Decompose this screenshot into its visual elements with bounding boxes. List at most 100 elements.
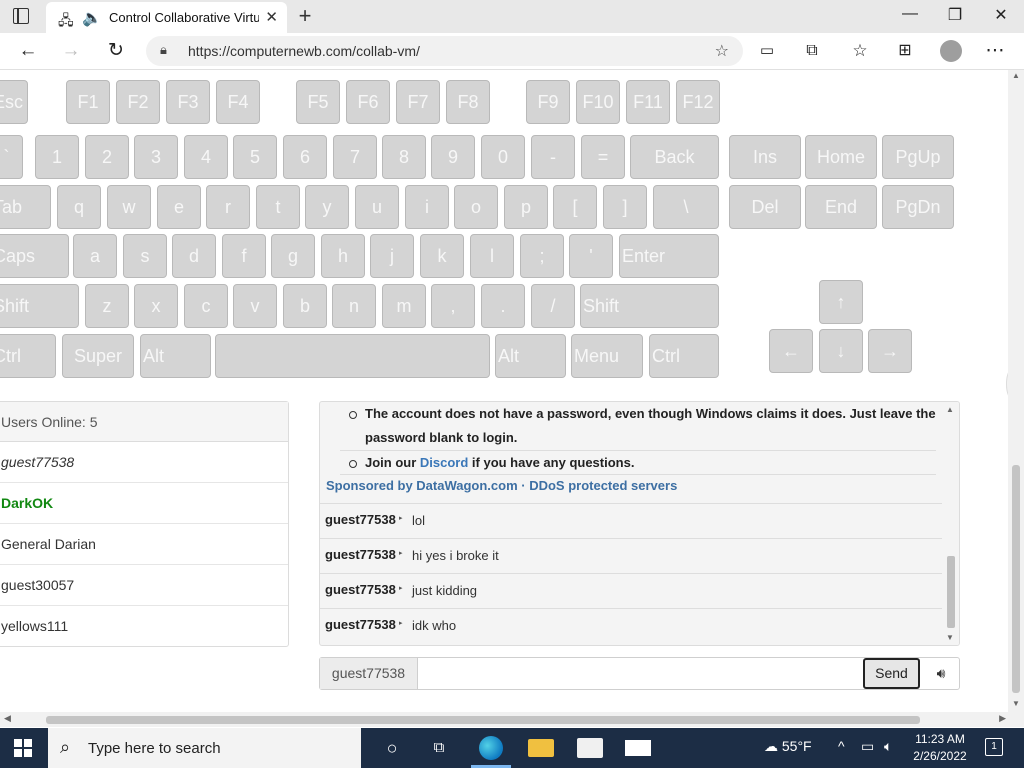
key-char[interactable]: w	[107, 185, 151, 229]
more-icon[interactable]: ⋯	[982, 39, 1008, 63]
key-char[interactable]: \	[653, 185, 719, 229]
key-arrow-left[interactable]: ←	[769, 329, 813, 373]
scroll-left-icon[interactable]: ◀	[4, 713, 11, 724]
key-tab[interactable]: Tab	[0, 185, 51, 229]
key-arrow-right[interactable]: →	[868, 329, 912, 373]
extensions-icon[interactable]: ⧉	[799, 39, 825, 63]
key-char[interactable]: 2	[85, 135, 129, 179]
key-f3[interactable]: F3	[166, 80, 210, 124]
key-caps[interactable]: Caps	[0, 234, 69, 278]
key-ctrl[interactable]: Ctrl	[649, 334, 719, 378]
mail-icon[interactable]	[625, 740, 651, 756]
forward-icon[interactable]: →	[58, 39, 84, 63]
key-shift[interactable]: Shift	[580, 284, 719, 328]
key-char[interactable]: o	[454, 185, 498, 229]
key-char[interactable]: c	[184, 284, 228, 328]
file-explorer-icon[interactable]	[528, 739, 554, 757]
key-char[interactable]: q	[57, 185, 101, 229]
key-char[interactable]: g	[271, 234, 315, 278]
chat-username[interactable]: guest77538	[325, 547, 396, 562]
key-char[interactable]: l	[470, 234, 514, 278]
key-f1[interactable]: F1	[66, 80, 110, 124]
key-char[interactable]: ]	[603, 185, 647, 229]
windows-start-icon[interactable]	[14, 739, 32, 757]
key-char[interactable]: b	[283, 284, 327, 328]
store-icon[interactable]	[577, 738, 603, 758]
key-char[interactable]: x	[134, 284, 178, 328]
key-esc[interactable]: Esc	[0, 80, 28, 124]
cortana-icon[interactable]: ○	[379, 736, 405, 760]
taskbar-clock[interactable]: 11:23 AM 2/26/2022	[910, 731, 970, 765]
user-row[interactable]: DarkOK	[0, 483, 288, 524]
key-char[interactable]: v	[233, 284, 277, 328]
key-char[interactable]: f	[222, 234, 266, 278]
horizontal-scroll-thumb[interactable]	[46, 716, 920, 724]
chat-username[interactable]: guest77538	[325, 582, 396, 597]
key-char[interactable]: j	[370, 234, 414, 278]
key-ctrl[interactable]: Ctrl	[0, 334, 56, 378]
key-arrow-up[interactable]: ↑	[819, 280, 863, 324]
new-tab-button[interactable]: +	[292, 3, 318, 29]
discord-link[interactable]: Discord	[420, 455, 468, 470]
key-del[interactable]: Del	[729, 185, 801, 229]
key-char[interactable]: -	[531, 135, 575, 179]
key-end[interactable]: End	[805, 185, 877, 229]
key-char[interactable]: y	[305, 185, 349, 229]
immersive-reader-icon[interactable]: ▭	[754, 39, 780, 63]
scroll-up-icon[interactable]: ▲	[1012, 71, 1020, 80]
key-char[interactable]: i	[405, 185, 449, 229]
key-char[interactable]: ;	[520, 234, 564, 278]
url-text[interactable]: https://computernewb.com/collab-vm/	[188, 43, 420, 59]
user-row[interactable]: yellows111	[0, 606, 288, 647]
vertical-scroll-thumb[interactable]	[1012, 465, 1020, 693]
key-backspace[interactable]: Back	[630, 135, 719, 179]
key-char[interactable]: .	[481, 284, 525, 328]
key-f11[interactable]: F11	[626, 80, 670, 124]
add-favorite-icon[interactable]: ☆	[715, 41, 729, 61]
chat-username[interactable]: guest77538	[325, 617, 396, 632]
key-char[interactable]: t	[256, 185, 300, 229]
chat-scrollbar[interactable]: ▲ ▼	[942, 402, 959, 645]
back-icon[interactable]: ←	[15, 39, 41, 63]
key-char[interactable]: 8	[382, 135, 426, 179]
key-char[interactable]: =	[581, 135, 625, 179]
key-home[interactable]: Home	[805, 135, 877, 179]
key-char[interactable]: m	[382, 284, 426, 328]
edge-icon[interactable]	[479, 736, 503, 760]
send-button[interactable]: Send	[863, 658, 920, 689]
key-menu[interactable]: Menu	[571, 334, 643, 378]
scroll-right-icon[interactable]: ▶	[999, 713, 1006, 724]
profile-icon[interactable]	[940, 40, 962, 62]
key-alt[interactable]: Alt	[495, 334, 566, 378]
key-alt[interactable]: Alt	[140, 334, 211, 378]
key-f6[interactable]: F6	[346, 80, 390, 124]
key-char[interactable]: a	[73, 234, 117, 278]
scroll-down-icon[interactable]: ▼	[946, 633, 954, 642]
chat-username[interactable]: guest77538	[325, 512, 396, 527]
key-f9[interactable]: F9	[526, 80, 570, 124]
audio-icon[interactable]: 🔈	[82, 8, 102, 28]
key-char[interactable]: 3	[134, 135, 178, 179]
key-super[interactable]: Super	[62, 334, 134, 378]
key-shift[interactable]: Shift	[0, 284, 79, 328]
key-char[interactable]: /	[531, 284, 575, 328]
chat-scroll-thumb[interactable]	[947, 556, 955, 628]
network-icon[interactable]: ▭	[861, 738, 874, 755]
tab-close-button[interactable]: ✕	[265, 8, 278, 26]
page-vertical-scrollbar[interactable]: ▲ ▼	[1008, 70, 1024, 712]
chat-username-label[interactable]: guest77538	[320, 658, 418, 689]
key-char[interactable]: 6	[283, 135, 327, 179]
key-f2[interactable]: F2	[116, 80, 160, 124]
key-char[interactable]: 7	[333, 135, 377, 179]
key-char[interactable]: r	[206, 185, 250, 229]
key-f10[interactable]: F10	[576, 80, 620, 124]
user-row[interactable]: General Darian	[0, 524, 288, 565]
volume-muted-icon[interactable]: 🔈︎	[884, 738, 892, 755]
close-window-button[interactable]: ✕	[978, 5, 1024, 25]
key-f8[interactable]: F8	[446, 80, 490, 124]
key-char[interactable]: '	[569, 234, 613, 278]
key-char[interactable]: d	[172, 234, 216, 278]
key-char[interactable]: 0	[481, 135, 525, 179]
key-pgup[interactable]: PgUp	[882, 135, 954, 179]
task-view-icon[interactable]: ⧉	[426, 736, 452, 760]
